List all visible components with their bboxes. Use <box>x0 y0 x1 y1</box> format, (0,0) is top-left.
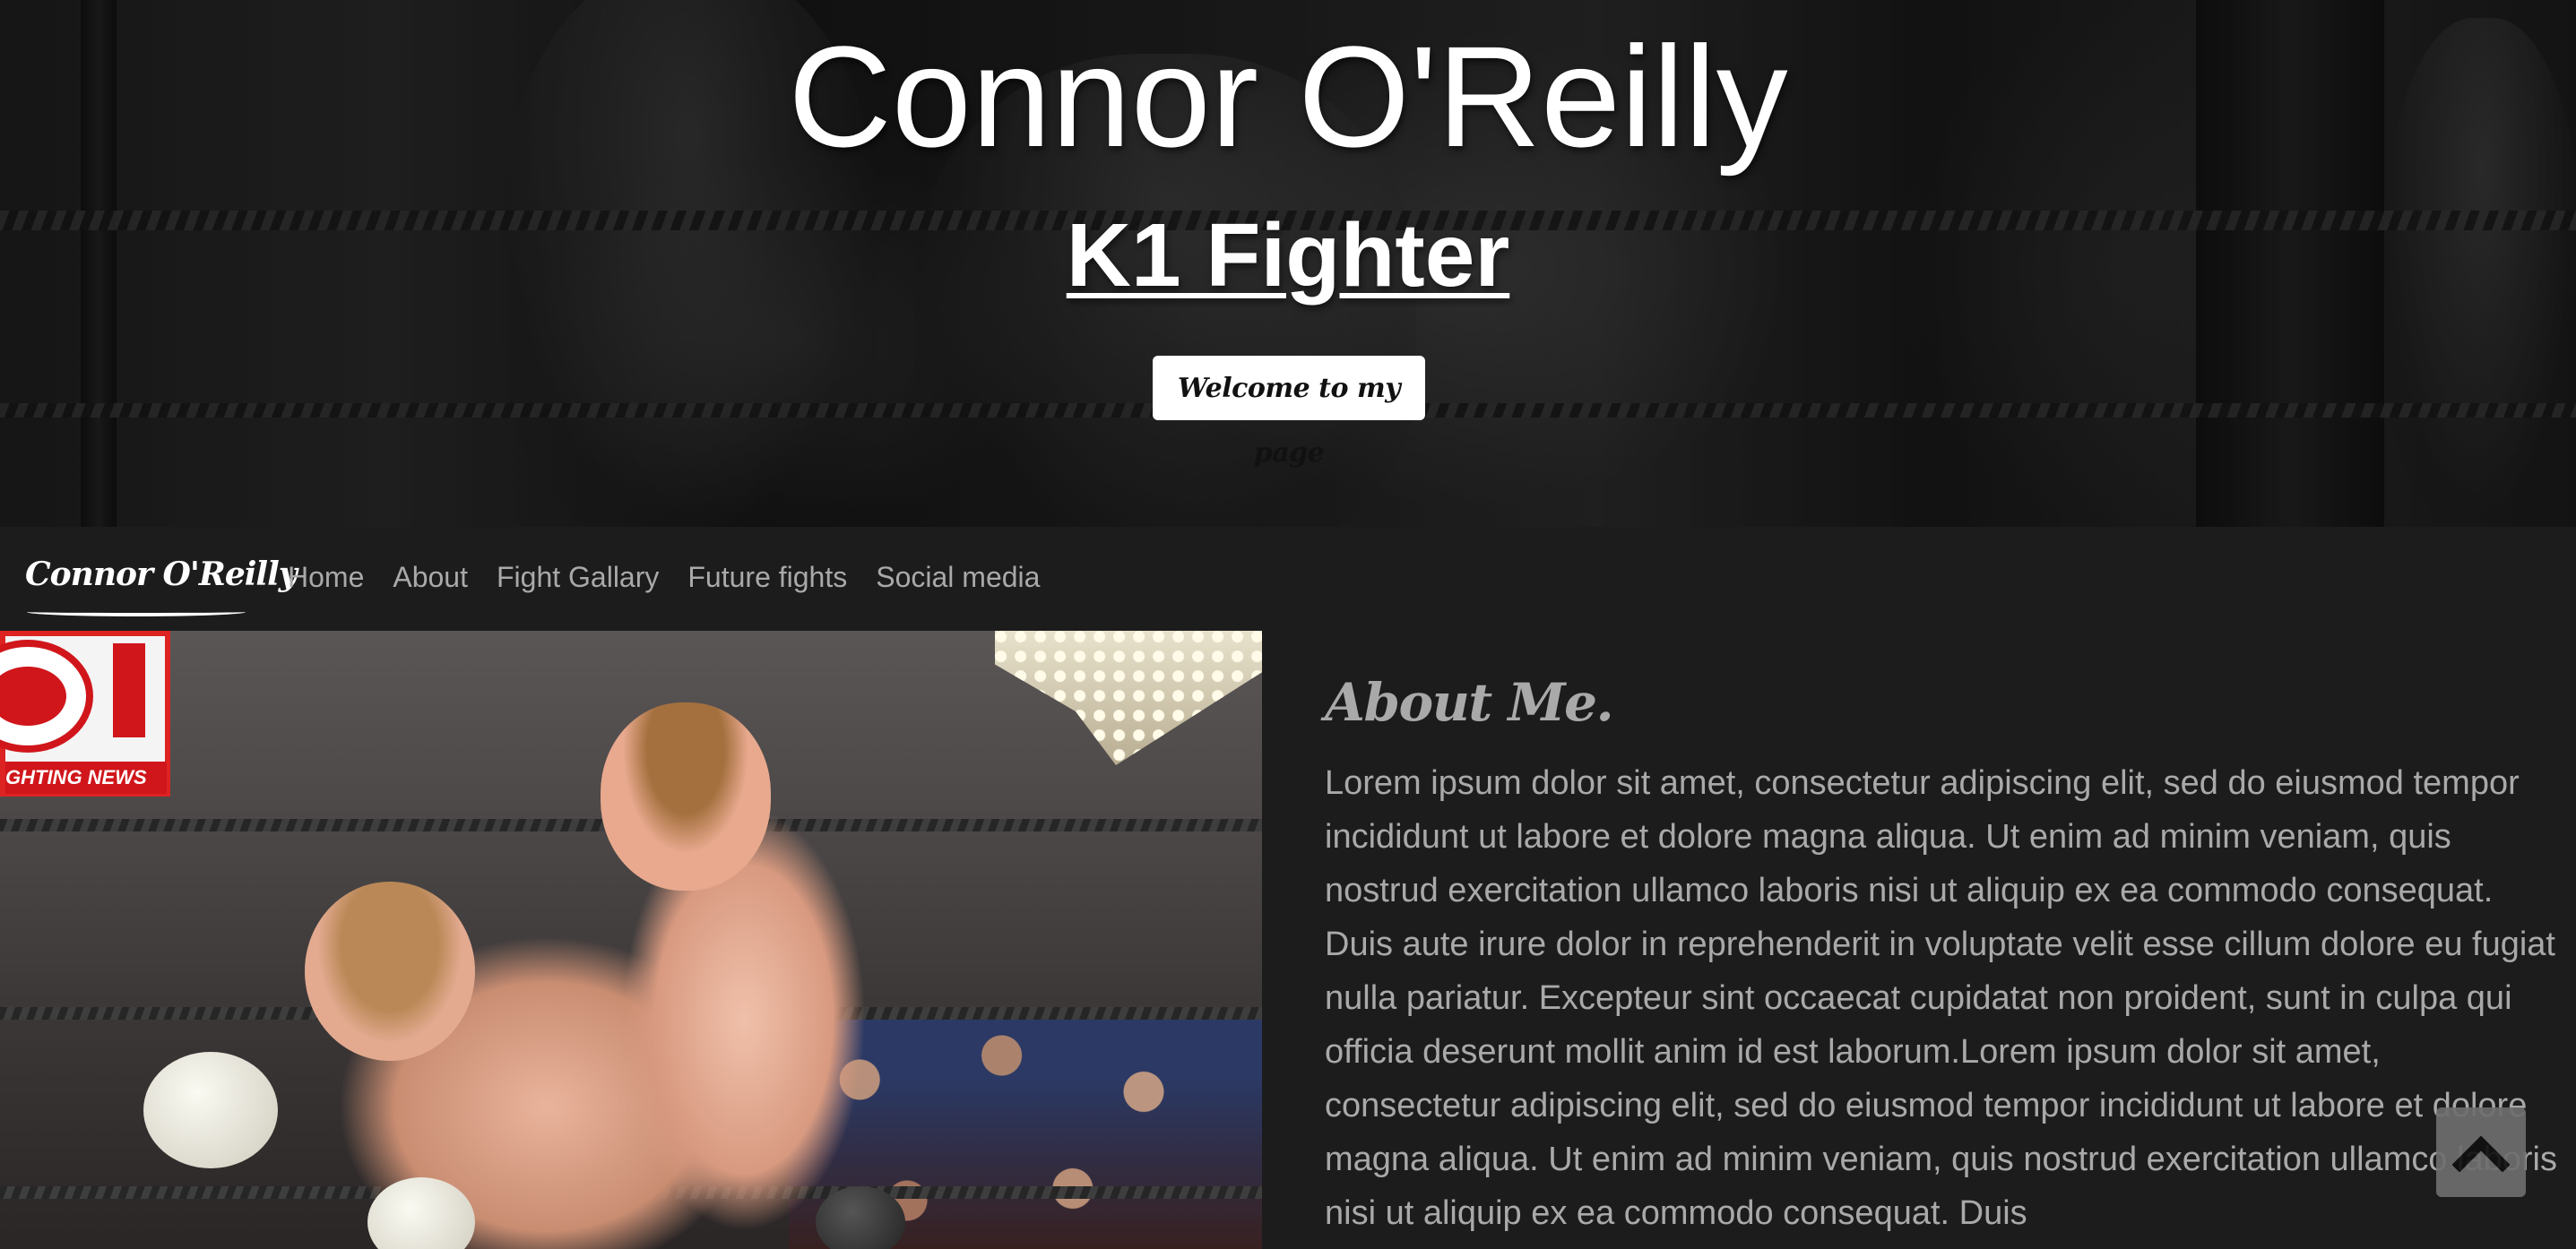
scroll-to-top-button[interactable] <box>2436 1107 2526 1197</box>
sign-logo-mark <box>113 643 145 737</box>
nav-link-about[interactable]: About <box>393 559 468 595</box>
about-heading: About Me. <box>1325 672 1614 733</box>
brand-underline <box>27 607 246 616</box>
sign-logo <box>0 647 86 745</box>
navbar-brand[interactable]: Connor O'Reilly <box>25 552 298 597</box>
hero-subtitle: K1 Fighter <box>1066 205 1510 306</box>
welcome-button[interactable]: Welcome to my page <box>1153 356 1425 469</box>
fighter-back-head <box>305 882 475 1061</box>
chevron-up-icon <box>2452 1135 2510 1172</box>
hero-title: Connor O'Reilly <box>788 16 1788 177</box>
nav-link-social-media[interactable]: Social media <box>876 559 1040 595</box>
hero-banner: Connor O'Reilly K1 Fighter Welcome to my… <box>0 0 2576 527</box>
boxing-glove <box>143 1052 278 1168</box>
nav-link-home[interactable]: Home <box>288 559 364 595</box>
about-body: Lorem ipsum dolor sit amet, consectetur … <box>1325 764 2557 1232</box>
chandelier <box>995 631 1262 765</box>
nav-links: Home About Fight Gallary Future fights S… <box>288 559 1068 595</box>
nav-link-fight-gallery[interactable]: Fight Gallary <box>497 559 659 595</box>
sign-text: GHTING NEWS <box>5 762 167 794</box>
nav-link-future-fights[interactable]: Future fights <box>687 559 847 595</box>
banner-sign: GHTING NEWS <box>0 631 170 797</box>
fighter-front-head <box>601 702 771 891</box>
navbar: Connor O'Reilly Home About Fight Gallary… <box>0 527 2576 631</box>
about-section: GHTING NEWS About Me. Lorem ipsum dolor … <box>0 631 2576 1249</box>
boxing-glove <box>816 1186 905 1249</box>
fight-photo: GHTING NEWS <box>0 631 1262 1249</box>
about-text: About Me. Lorem ipsum dolor sit amet, co… <box>1325 631 2562 1249</box>
